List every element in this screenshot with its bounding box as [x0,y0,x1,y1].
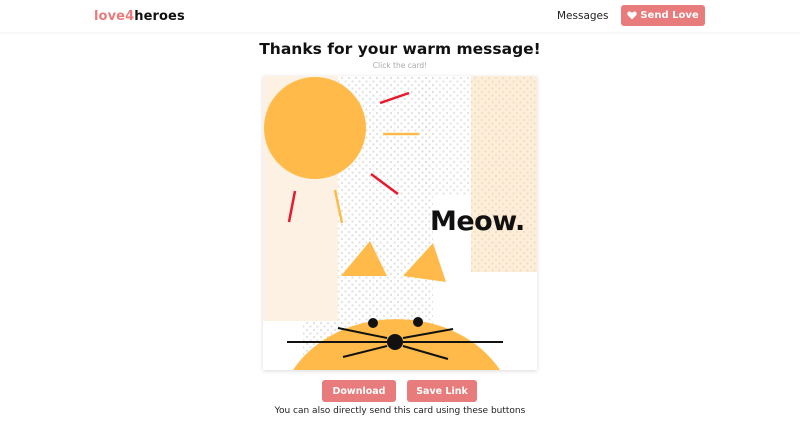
card-actions: Download Save Link [0,380,800,402]
cat-eye-left [368,318,378,328]
heart-icon [627,11,638,20]
save-link-button[interactable]: Save Link [407,380,477,402]
brand-logo-part1: love4 [94,9,135,24]
greeting-card[interactable]: Meow. [263,76,537,370]
send-love-button[interactable]: Send Love [621,5,705,26]
messages-link[interactable]: Messages [557,10,609,22]
sun [264,77,366,179]
navbar: love4heroes Messages Send Love [0,0,800,32]
cat-eye-right [413,317,423,327]
brand-logo-part2: heroes [134,9,185,24]
click-hint: Click the card! [372,61,428,70]
card-text: Meow. [430,206,525,237]
send-love-label: Send Love [640,10,699,21]
cat-nose [387,334,403,350]
download-button[interactable]: Download [322,380,396,402]
page-title: Thanks for your warm message! [259,40,541,58]
send-note: You can also directly send this card usi… [274,406,526,416]
brand-logo[interactable]: love4heroes [94,9,185,24]
